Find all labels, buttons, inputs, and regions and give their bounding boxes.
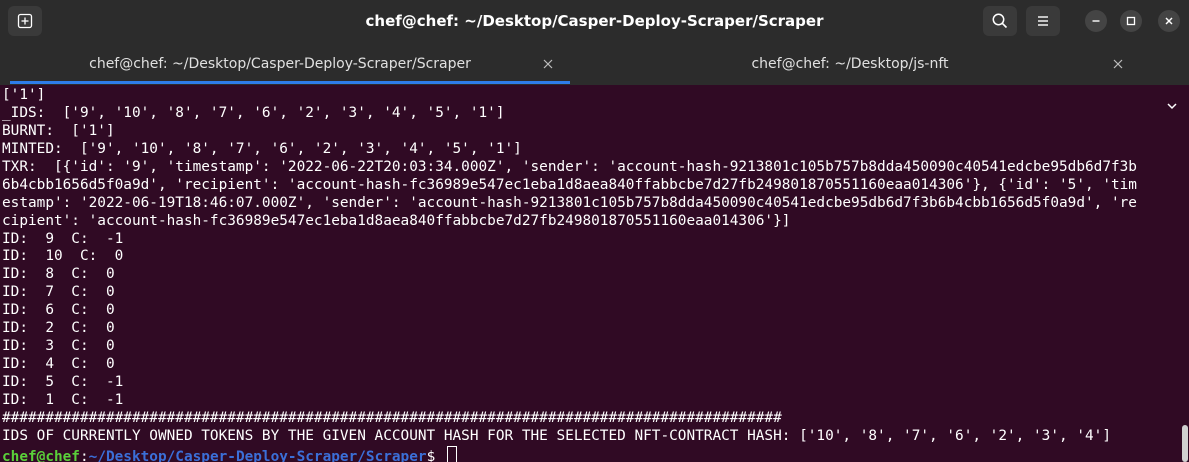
search-icon: [991, 12, 1009, 30]
terminal-line: ID: 2 C: 0: [2, 320, 115, 337]
terminal-line: ID: 8 C: 0: [2, 266, 115, 283]
terminal-line: ID: 7 C: 0: [2, 284, 115, 301]
terminal-line: ID: 5 C: -1: [2, 374, 124, 390]
prompt-user: chef@chef: [2, 448, 80, 462]
new-tab-button[interactable]: [8, 6, 42, 36]
menu-button[interactable]: [1026, 6, 1060, 36]
minimize-button[interactable]: [1085, 10, 1107, 32]
terminal-line: ID: 10 C: 0: [2, 248, 124, 265]
close-window-button[interactable]: [1158, 10, 1180, 32]
prompt-symbol: $: [426, 448, 444, 462]
prompt-separator: :: [79, 448, 89, 462]
terminal-line: IDS OF CURRENTLY OWNED TOKENS BY THE GIV…: [2, 427, 1111, 444]
prompt-path: ~/Desktop/Casper-Deploy-Scraper/Scraper: [88, 448, 427, 462]
search-button[interactable]: [983, 6, 1017, 36]
tab-js-nft[interactable]: chef@chef: ~/Desktop/js-nft: [580, 42, 1140, 85]
terminal-line: ID: 4 C: 0: [2, 356, 115, 373]
scrollbar-thumb[interactable]: [1182, 425, 1188, 462]
maximize-button[interactable]: [1120, 10, 1142, 32]
terminal-line: ID: 6 C: 0: [2, 302, 115, 319]
new-tab-icon: [17, 13, 33, 29]
maximize-icon: [1126, 16, 1136, 26]
minimize-icon: [1091, 16, 1101, 26]
close-icon: [1164, 16, 1174, 26]
terminal-output: ['1'] _IDS: ['9', '10', '8', '7', '6', '2…: [0, 85, 1180, 462]
shell-prompt[interactable]: chef@chef:~/Desktop/Casper-Deploy-Scrape…: [2, 445, 1180, 462]
terminal-line: ID: 1 C: -1: [2, 391, 124, 408]
hamburger-menu-icon: [1035, 13, 1051, 29]
terminal-line: 6b4cbb1656d5f0a9d', 'recipient': 'accoun…: [2, 176, 1137, 193]
terminal-line: TXR: [{'id': '9', 'timestamp': '2022-06-…: [2, 158, 1137, 175]
terminal-line: estamp': '2022-06-19T18:46:07.000Z', 'se…: [2, 194, 1137, 211]
terminal-window: chef@chef: ~/Desktop/Casper-Deploy-Scrap…: [0, 0, 1189, 462]
terminal-line: ########################################…: [2, 409, 782, 426]
terminal-line: ['1']: [2, 87, 46, 103]
tab-close-icon[interactable]: [1110, 56, 1126, 72]
tab-close-icon[interactable]: [540, 56, 556, 72]
terminal-line: ID: 9 C: -1: [2, 230, 124, 247]
terminal-line: BURNT: ['1']: [2, 122, 115, 139]
terminal-line: cipient': 'account-hash-fc36989e547ec1eb…: [2, 212, 791, 229]
tab-label: chef@chef: ~/Desktop/Casper-Deploy-Scrap…: [89, 56, 471, 72]
terminal-line: _IDS: ['9', '10', '8', '7', '6', '2', '3…: [2, 104, 505, 121]
terminal-view[interactable]: ['1'] _IDS: ['9', '10', '8', '7', '6', '2…: [0, 85, 1180, 462]
terminal-line: ID: 3 C: 0: [2, 338, 115, 355]
active-tab-indicator: [10, 81, 570, 84]
tab-scraper[interactable]: chef@chef: ~/Desktop/Casper-Deploy-Scrap…: [10, 42, 570, 85]
text-cursor: [446, 445, 457, 462]
tab-bar: chef@chef: ~/Desktop/Casper-Deploy-Scrap…: [0, 42, 1189, 110]
header-bar: chef@chef: ~/Desktop/Casper-Deploy-Scrap…: [0, 0, 1189, 42]
terminal-line: MINTED: ['9', '10', '8', '7', '6', '2', …: [2, 140, 522, 157]
tab-label: chef@chef: ~/Desktop/js-nft: [751, 56, 949, 72]
